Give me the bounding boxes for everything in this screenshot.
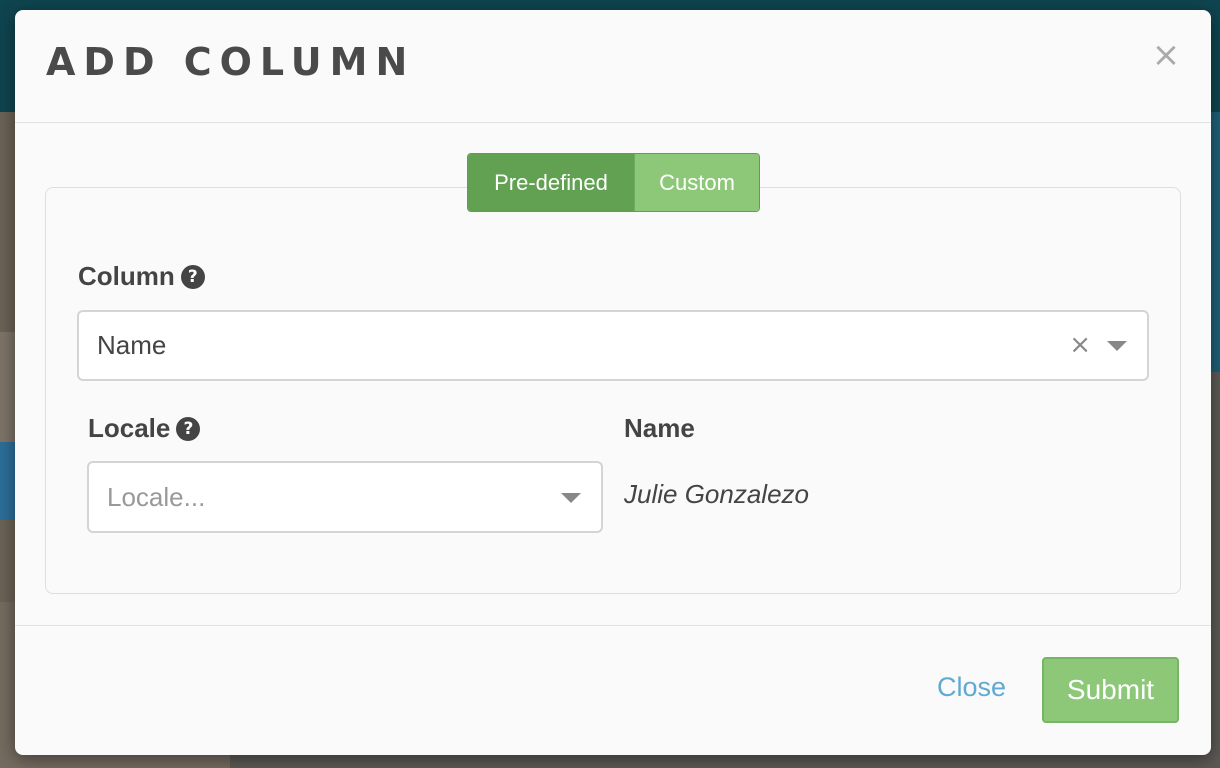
locale-select[interactable]: Locale...	[87, 461, 603, 533]
locale-label-row: Locale?	[88, 413, 201, 444]
locale-placeholder: Locale...	[107, 482, 206, 512]
tab-predefined[interactable]: Pre-defined	[468, 154, 634, 211]
column-form-panel: Column? Name × Locale? Locale... Name Ju…	[45, 187, 1181, 594]
modal-title: ADD COLUMN	[46, 40, 416, 84]
background-accent	[1210, 112, 1220, 372]
locale-label: Locale	[88, 413, 171, 443]
column-label: Column	[78, 261, 175, 291]
column-select[interactable]: Name ×	[77, 310, 1149, 381]
preview-label: Name	[624, 413, 695, 443]
close-icon[interactable]: ×	[1149, 38, 1183, 72]
modal-footer: Close Submit	[15, 625, 1211, 755]
add-column-modal: ADD COLUMN × Pre-defined Custom Column? …	[15, 10, 1211, 755]
question-circle-icon[interactable]: ?	[176, 417, 201, 441]
column-label-row: Column?	[78, 261, 205, 292]
close-button[interactable]: Close	[937, 672, 1006, 703]
column-type-toggle: Pre-defined Custom	[467, 153, 760, 212]
preview-value: Julie Gonzalezo	[624, 479, 809, 509]
submit-button[interactable]: Submit	[1042, 657, 1179, 723]
question-circle-icon[interactable]: ?	[180, 265, 205, 289]
chevron-down-icon[interactable]	[1107, 341, 1127, 351]
modal-header: ADD COLUMN ×	[15, 10, 1211, 123]
chevron-down-icon[interactable]	[561, 493, 581, 503]
clear-selection-icon[interactable]: ×	[1069, 312, 1091, 379]
column-select-value: Name	[97, 330, 167, 360]
tab-custom[interactable]: Custom	[634, 154, 759, 211]
